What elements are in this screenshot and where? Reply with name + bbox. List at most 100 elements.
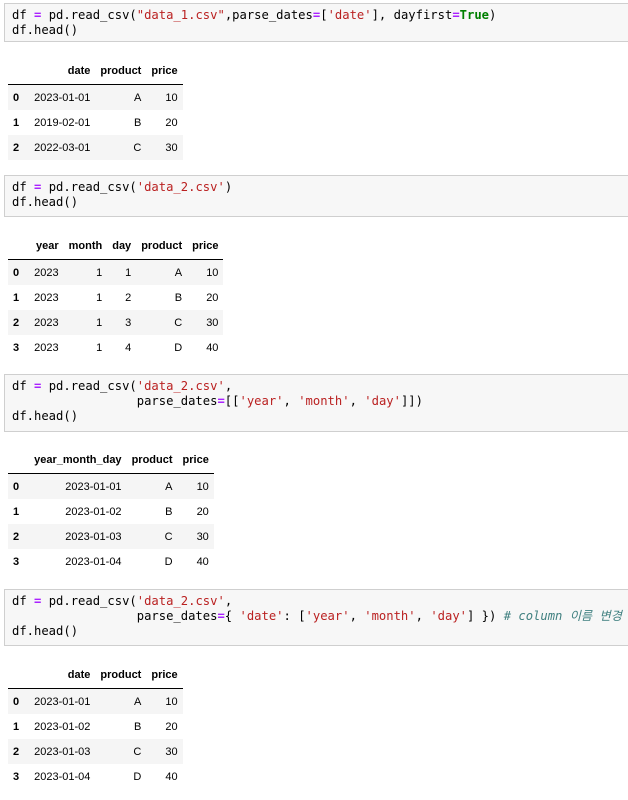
column-header: price (146, 662, 183, 689)
table-row: 3 2023-01-04 D 40 (8, 549, 214, 574)
column-header: product (95, 662, 147, 689)
code-cell-4[interactable]: df = pd.read_csv('data_2.csv', parse_dat… (4, 589, 628, 646)
table-row: 1 2023-01-02 B 20 (8, 499, 214, 524)
code-token: ] }) (467, 609, 504, 623)
table-header-row: year_month_day product price (8, 447, 214, 474)
table-cell: 2 (125, 291, 132, 304)
table-cell: 3 (125, 316, 132, 329)
column-header (8, 58, 30, 85)
code-token: df (12, 180, 35, 194)
code-token: pd.read_csv( (41, 8, 137, 22)
column-header: month (63, 233, 108, 260)
code-cell-1[interactable]: df = pd.read_csv("data_1.csv",parse_date… (4, 3, 628, 42)
code-token: 'date' (239, 609, 284, 623)
table-row: 1 2019-02-01 B 20 (8, 110, 183, 135)
row-index: 2 (13, 141, 20, 154)
table-cell: C (164, 530, 173, 543)
row-index: 0 (13, 480, 20, 493)
dataframe-output-4: date product price 0 2023-01-01 A 10 1 2023-01-0… (8, 662, 183, 789)
code-line: parse_dates=[['year', 'month', 'day']]) (12, 394, 628, 409)
code-line: df.head() (12, 624, 628, 639)
code-line: df = pd.read_csv('data_2.csv') (12, 180, 628, 195)
table-cell: 1 (96, 291, 103, 304)
table-cell: 4 (125, 341, 132, 354)
table-cell: 20 (196, 505, 209, 518)
column-header: price (187, 233, 224, 260)
table-cell: B (134, 116, 142, 129)
code-token: ], dayfirst (371, 8, 453, 22)
code-token: [[ (224, 394, 240, 408)
table-cell: 2023-01-01 (34, 91, 91, 104)
code-token: ,parse_dates (224, 8, 313, 22)
column-header: date (29, 662, 96, 689)
table-cell: B (174, 291, 183, 304)
table-cell: C (133, 745, 142, 758)
table-cell: C (133, 141, 142, 154)
table-cell: D (164, 555, 173, 568)
code-token: 'data_2.csv' (136, 379, 225, 393)
code-token: , (349, 394, 365, 408)
table-cell: B (134, 720, 142, 733)
row-index: 0 (13, 266, 20, 279)
table-cell: 1 (96, 316, 103, 329)
code-token: 'day' (430, 609, 467, 623)
code-token: parse_dates (12, 609, 218, 623)
row-index: 3 (13, 770, 20, 783)
table-cell: 10 (165, 695, 178, 708)
code-line: df.head() (12, 23, 628, 38)
table-cell: 20 (165, 720, 178, 733)
table-row: 0 2023-01-01 A 10 (8, 473, 214, 499)
code-token: = (452, 8, 460, 22)
code-token: , (224, 379, 233, 393)
dataframe-output-2: year month day product price 0 2023 1 1 A 10 1 2023 1… (8, 233, 224, 360)
code-token: df.head() (12, 23, 79, 37)
code-token: ) (489, 8, 497, 22)
column-header: date (29, 58, 96, 85)
row-index: 3 (13, 555, 20, 568)
table-row: 2 2023-01-03 C 30 (8, 524, 214, 549)
code-token: True (459, 8, 490, 22)
table-header-row: date product price (8, 58, 183, 85)
table-cell: 1 (96, 341, 103, 354)
code-token: , (283, 394, 299, 408)
column-header: price (177, 447, 214, 474)
table-cell: 2023 (34, 341, 59, 354)
code-token: = (217, 609, 225, 623)
table-cell: 20 (206, 291, 219, 304)
table-row: 0 2023-01-01 A 10 (8, 84, 183, 110)
table-cell: 1 (96, 266, 103, 279)
code-line: df.head() (12, 195, 628, 210)
code-token: = (217, 394, 225, 408)
row-index: 1 (13, 291, 20, 304)
code-token: pd.read_csv( (41, 180, 137, 194)
table-cell: 30 (206, 316, 219, 329)
code-line: parse_dates={ 'date': ['year', 'month', … (12, 609, 628, 624)
code-token: ) (224, 180, 233, 194)
code-cell-3[interactable]: df = pd.read_csv('data_2.csv', parse_dat… (4, 374, 628, 432)
table-cell: A (134, 91, 142, 104)
table-cell: 20 (165, 116, 178, 129)
code-token: [ (320, 8, 328, 22)
code-token: 'day' (364, 394, 401, 408)
code-token: 'data_2.csv' (136, 594, 225, 608)
column-header (8, 233, 30, 260)
code-line: df = pd.read_csv("data_1.csv",parse_date… (12, 8, 628, 23)
table-cell: A (134, 695, 142, 708)
column-header: year_month_day (29, 447, 127, 474)
table-cell: 2023-01-03 (65, 530, 122, 543)
table-cell: 40 (165, 770, 178, 783)
column-header: price (146, 58, 183, 85)
code-cell-2[interactable]: df = pd.read_csv('data_2.csv') df.head() (4, 175, 628, 217)
code-line: df = pd.read_csv('data_2.csv', (12, 594, 628, 609)
dataframe-output-3: year_month_day product price 0 2023-01-01 A 10… (8, 447, 214, 574)
table-row: 3 2023-01-04 D 40 (8, 764, 183, 789)
column-header: year (29, 233, 64, 260)
row-index: 1 (13, 505, 20, 518)
table-header-row: date product price (8, 662, 183, 689)
code-token: df (12, 594, 35, 608)
table-cell: 10 (206, 266, 219, 279)
code-token: df (12, 379, 35, 393)
code-line: df = pd.read_csv('data_2.csv', (12, 379, 628, 394)
row-index: 1 (13, 116, 20, 129)
table-cell: 2023-01-04 (34, 770, 91, 783)
